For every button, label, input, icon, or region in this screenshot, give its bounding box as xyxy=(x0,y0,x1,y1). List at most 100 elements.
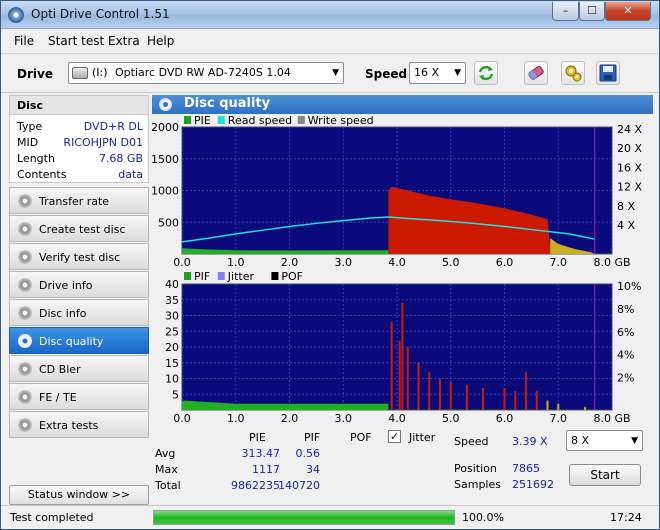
sidebar: Disc Type DVD+R DL MID RICOHJPN D01 Leng… xyxy=(9,95,149,505)
status-text: Test completed xyxy=(10,511,94,524)
nav-verify-test-disc[interactable]: Verify test disc xyxy=(9,243,149,270)
app-window: Opti Drive Control 1.51 – ☐ ✕ File Start… xyxy=(0,0,660,530)
x-tick-label: 2.0 xyxy=(281,412,299,425)
panel-title: Disc quality xyxy=(184,96,271,111)
disc-icon xyxy=(18,278,32,292)
y-tick-label: 20 xyxy=(165,341,179,354)
nav-fe-te[interactable]: FE / TE xyxy=(9,383,149,410)
minimize-button[interactable]: – xyxy=(552,2,579,21)
avg-pie: 313.47 xyxy=(241,447,281,460)
legend-swatch xyxy=(217,116,225,124)
nav-extra-tests[interactable]: Extra tests xyxy=(9,411,149,438)
status-window-button[interactable]: Status window >> xyxy=(9,485,149,505)
nav-label: CD Bler xyxy=(39,363,81,376)
y-tick-label: 35 xyxy=(165,294,179,307)
position-label: Position xyxy=(454,462,497,475)
drive-select[interactable]: (I:) Optiarc DVD RW AD-7240S 1.04 ▼ xyxy=(68,62,344,84)
y-right-tick-label: 10% xyxy=(617,280,641,293)
nav-disc-info[interactable]: Disc info xyxy=(9,299,149,326)
x-tick-label: 3.0 xyxy=(335,412,353,425)
x-tick-label: 0.0 xyxy=(173,412,191,425)
legend-label-0: PIF xyxy=(194,270,210,283)
row-label-max: Max xyxy=(155,463,178,476)
y-tick-label: 2000 xyxy=(152,121,179,134)
progress-fill xyxy=(154,511,454,524)
x-tick-label: 7.0 xyxy=(550,412,568,425)
start-button[interactable]: Start xyxy=(569,464,641,486)
y-right-tick-label: 8% xyxy=(617,303,634,316)
erase-button[interactable] xyxy=(524,61,548,85)
nav-transfer-rate[interactable]: Transfer rate xyxy=(9,187,149,214)
y-tick-label: 25 xyxy=(165,325,179,338)
col-pie-header: PIE xyxy=(249,431,266,444)
x-tick-label: 5.0 xyxy=(442,412,460,425)
save-button[interactable] xyxy=(596,61,620,85)
disc-header: Disc xyxy=(9,95,149,115)
nav-disc-quality[interactable]: Disc quality xyxy=(9,327,149,354)
x-tick-label: 2.0 xyxy=(281,256,299,269)
test-speed-value: 8 X xyxy=(571,434,590,447)
status-bar: Test completed 100.0% 17:24 xyxy=(1,505,659,529)
legend-swatch xyxy=(217,272,225,280)
total-pif: 140720 xyxy=(278,479,320,492)
legend-swatch xyxy=(271,272,279,280)
menu-start-test[interactable]: Start test xyxy=(48,34,104,48)
test-speed-select[interactable]: 8 X ▼ xyxy=(566,430,643,451)
info-key: Length xyxy=(17,152,55,165)
row-label-avg: Avg xyxy=(155,447,176,460)
nav-cd-bler[interactable]: CD Bler xyxy=(9,355,149,382)
max-pie: 1117 xyxy=(252,463,280,476)
speed-label: Speed xyxy=(365,67,408,81)
drive-name: Optiarc DVD RW AD-7240S 1.04 xyxy=(115,66,291,79)
jitter-checkbox[interactable]: ✓ xyxy=(388,430,401,443)
chevron-down-icon: ▼ xyxy=(631,436,638,446)
x-tick-label: 6.0 xyxy=(496,412,514,425)
progress-text: 100.0% xyxy=(462,511,504,524)
nav-label: Extra tests xyxy=(39,419,99,432)
nav-drive-info[interactable]: Drive info xyxy=(9,271,149,298)
legend-swatch xyxy=(297,116,305,124)
legend-label-1: Read speed xyxy=(228,114,292,127)
refresh-button[interactable] xyxy=(474,61,498,85)
nav-create-test-disc[interactable]: Create test disc xyxy=(9,215,149,242)
disc-icon xyxy=(18,418,32,432)
total-pie: 9862235 xyxy=(231,479,280,492)
legend-swatch xyxy=(184,272,191,280)
drive-label: Drive xyxy=(17,67,53,81)
disc-icon xyxy=(18,390,32,404)
title-bar: Opti Drive Control 1.51 – ☐ ✕ xyxy=(1,1,659,29)
y-tick-label: 1000 xyxy=(152,185,179,198)
chevron-down-icon: ▼ xyxy=(454,68,461,78)
tools-button[interactable] xyxy=(561,61,585,85)
x-tick-label: 4.0 xyxy=(388,412,406,425)
menu-file[interactable]: File xyxy=(14,34,34,48)
disc-icon xyxy=(18,250,32,264)
legend-swatch xyxy=(184,116,191,124)
y-right-tick-label: 12 X xyxy=(617,181,642,194)
eraser-icon xyxy=(528,65,544,81)
col-pif-header: PIF xyxy=(304,431,321,444)
nav-label: Transfer rate xyxy=(39,195,110,208)
info-row-length: Length 7.68 GB xyxy=(17,150,147,166)
samples-label: Samples xyxy=(454,478,501,491)
close-button[interactable]: ✕ xyxy=(605,2,651,21)
x-tick-label: 1.0 xyxy=(227,256,245,269)
menu-bar: File Start test Extra Help xyxy=(1,30,659,51)
menu-extra[interactable]: Extra xyxy=(108,34,140,48)
refresh-icon xyxy=(478,65,494,81)
x-tick-label: 5.0 xyxy=(442,256,460,269)
y-right-tick-label: 2% xyxy=(617,372,634,385)
avg-pif: 0.56 xyxy=(295,447,321,460)
legend-label-0: PIE xyxy=(194,114,211,127)
x-tick-label: 8.0 GB xyxy=(593,412,630,425)
info-key: MID xyxy=(17,136,39,149)
disc-icon xyxy=(18,334,32,348)
y-right-tick-label: 4% xyxy=(617,349,634,362)
menu-help[interactable]: Help xyxy=(147,34,174,48)
position-value: 7865 xyxy=(512,462,540,475)
maximize-button[interactable]: ☐ xyxy=(579,2,605,21)
y-right-tick-label: 4 X xyxy=(617,219,635,232)
x-tick-label: 6.0 xyxy=(496,256,514,269)
x-tick-label: 1.0 xyxy=(227,412,245,425)
speed-select[interactable]: 16 X ▼ xyxy=(409,62,466,84)
